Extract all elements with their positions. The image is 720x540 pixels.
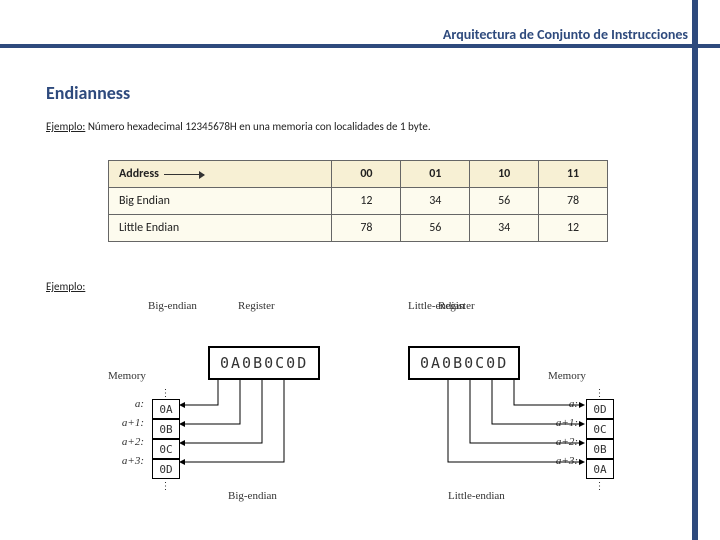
example2-label: Ejemplo: — [46, 280, 85, 293]
example1-line: Ejemplo: Número hexadecimal 12345678H en… — [46, 120, 431, 133]
example2-line: Ejemplo: — [46, 280, 85, 293]
table-row: Big Endian 12 34 56 78 — [109, 188, 608, 215]
row-label-big: Big Endian — [109, 188, 332, 215]
table-row: Little Endian 78 56 34 12 — [109, 215, 608, 242]
cell: 78 — [332, 215, 401, 242]
col-00: 00 — [332, 161, 401, 188]
big-memory-label: Memory — [108, 370, 146, 382]
addr: a: — [114, 398, 144, 410]
little-register-label: Register — [438, 300, 475, 312]
header-rule — [0, 44, 720, 48]
mem-cell: 0B — [152, 419, 180, 439]
big-register-label: Register — [238, 300, 275, 312]
mem-cell: 0C — [152, 439, 180, 459]
cell: 34 — [401, 188, 470, 215]
page-heading: Endianness — [46, 82, 130, 104]
endian-diagram: Big-endian Register 0A0B0C0D Memory ⋮ 0A… — [108, 300, 618, 520]
arrow-right-icon — [164, 174, 204, 175]
col-11: 11 — [539, 161, 608, 188]
big-title: Big-endian — [148, 300, 197, 312]
big-memory-stack: ⋮ 0A 0B 0C 0D ⋮ — [152, 386, 180, 492]
example1-label: Ejemplo: — [46, 120, 85, 133]
header-title: Arquitectura de Conjunto de Instruccione… — [443, 26, 688, 43]
mem-cell: 0D — [152, 459, 180, 479]
dots-icon: ⋮ — [152, 479, 180, 492]
cell: 12 — [332, 188, 401, 215]
col-01: 01 — [401, 161, 470, 188]
addr: a+3: — [114, 455, 144, 467]
addr-label: Address — [119, 167, 159, 181]
little-caption: Little-endian — [448, 490, 505, 502]
header-bar: Arquitectura de Conjunto de Instruccione… — [0, 26, 720, 46]
addr-header: Address — [109, 161, 332, 188]
little-arrows — [408, 360, 608, 490]
cell: 78 — [539, 188, 608, 215]
cell: 34 — [470, 215, 539, 242]
slide: Arquitectura de Conjunto de Instruccione… — [0, 0, 720, 540]
side-stripe — [692, 0, 698, 540]
example1-before: Número hexadecimal — [88, 120, 186, 133]
example1-value: 12345678H — [185, 120, 236, 133]
cell: 56 — [401, 215, 470, 242]
cell: 12 — [539, 215, 608, 242]
table-header-row: Address 00 01 10 11 — [109, 161, 608, 188]
dots-icon: ⋮ — [152, 386, 180, 399]
row-label-little: Little Endian — [109, 215, 332, 242]
big-arrows — [178, 360, 338, 490]
mem-cell: 0A — [152, 399, 180, 419]
big-caption: Big-endian — [228, 490, 277, 502]
endianness-table: Address 00 01 10 11 Big Endian 12 34 56 … — [108, 160, 608, 242]
addr: a+2: — [114, 436, 144, 448]
cell: 56 — [470, 188, 539, 215]
col-10: 10 — [470, 161, 539, 188]
addr: a+1: — [114, 417, 144, 429]
example1-after: en una memoria con localidades de 1 byte… — [239, 120, 430, 133]
